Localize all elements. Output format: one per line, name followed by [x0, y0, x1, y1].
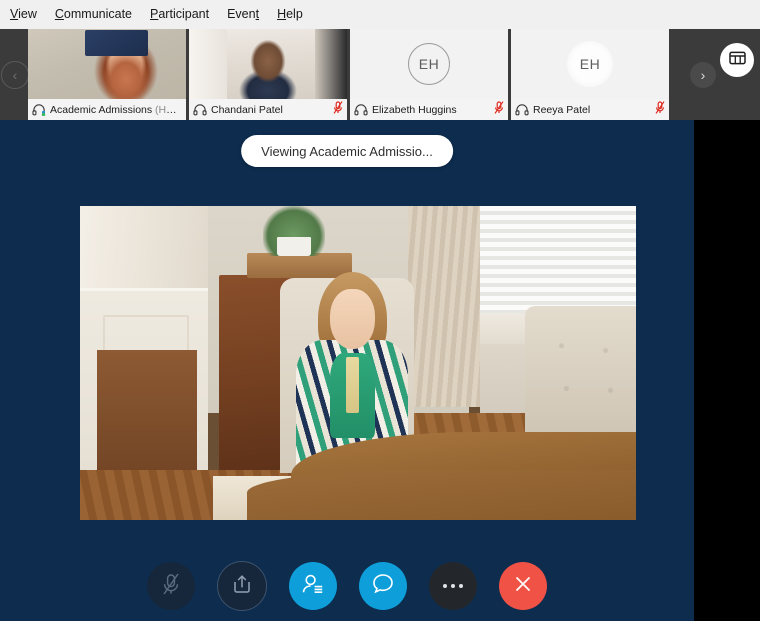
- participant-thumbnail-chandani-patel[interactable]: Chandani Patel: [189, 29, 347, 120]
- chat-bubble-icon: [371, 572, 395, 600]
- filmstrip-next-button[interactable]: ›: [690, 61, 716, 88]
- thumbnail-video: [189, 29, 347, 99]
- layout-view-icon: [728, 51, 746, 70]
- tufted-chair: [524, 306, 636, 433]
- thumbnail-avatar-area: EH: [511, 29, 669, 99]
- participant-name: Elizabeth Huggins: [372, 103, 457, 116]
- menu-item-communicate[interactable]: Communicate: [55, 0, 132, 29]
- video-image: [189, 29, 347, 99]
- menu-item-help[interactable]: Help: [277, 0, 303, 29]
- menu-item-communicate-label: ommunicate: [63, 7, 133, 21]
- share-content-icon: [231, 573, 253, 600]
- avatar: EH: [350, 29, 508, 99]
- headset-icon: [354, 103, 368, 116]
- participants-button[interactable]: [289, 562, 337, 610]
- headset-icon: [193, 103, 207, 116]
- participant-thumbnail-academic-admissions[interactable]: Academic Admissions (Host): [28, 29, 186, 120]
- microphone-muted-icon: [655, 100, 665, 119]
- share-button[interactable]: [217, 561, 267, 611]
- thumbnail-label-bar: Reeya Patel: [511, 99, 669, 120]
- thumbnail-label-bar: Chandani Patel: [189, 99, 347, 120]
- thumbnail-label-bar: Academic Admissions (Host): [28, 99, 186, 120]
- headset-icon: [32, 103, 46, 116]
- thumbnail-label-bar: Elizabeth Huggins: [350, 99, 508, 120]
- participants-icon: [301, 573, 325, 600]
- avatar: EH: [511, 29, 669, 99]
- window-blinds: [480, 206, 636, 313]
- menu-item-event-accel: t: [255, 7, 260, 21]
- video-image: [28, 29, 186, 99]
- participant-filmstrip: ‹ Academic Admissions (Host) Chandani Pa…: [0, 29, 760, 120]
- menu-item-participant[interactable]: Participant: [150, 0, 209, 29]
- menu-item-event-label: Even: [227, 7, 256, 21]
- microphone-muted-icon: [333, 100, 343, 119]
- participant-name: Academic Admissions (Host): [50, 103, 182, 116]
- chevron-left-icon: ‹: [12, 66, 18, 83]
- menu-item-view-label: iew: [18, 7, 37, 21]
- avatar-initials: EH: [567, 41, 613, 87]
- more-ellipsis-icon: [443, 584, 463, 588]
- more-options-button[interactable]: [429, 562, 477, 610]
- webex-meeting-window: View Communicate Participant Event Help …: [0, 0, 760, 621]
- menu-item-view-accel: V: [10, 7, 19, 21]
- thumbnail-video: [28, 29, 186, 99]
- participant-thumbnail-elizabeth-huggins[interactable]: EH Elizabeth Huggins: [350, 29, 508, 120]
- menu-item-event[interactable]: Event: [227, 0, 259, 29]
- menu-item-participant-label: articipant: [158, 7, 210, 21]
- menu-item-help-label: elp: [286, 7, 303, 21]
- layout-view-button[interactable]: [720, 43, 754, 77]
- avatar-initials: EH: [408, 43, 450, 85]
- filmstrip-prev-button[interactable]: ‹: [1, 60, 29, 89]
- chat-button[interactable]: [359, 562, 407, 610]
- face: [329, 289, 376, 349]
- participant-name: Reeya Patel: [533, 103, 591, 116]
- thumbnail-avatar-area: EH: [350, 29, 508, 99]
- menu-item-communicate-accel: C: [54, 7, 64, 21]
- participant-thumbnail-reeya-patel[interactable]: EH Reeya Patel: [511, 29, 669, 120]
- participant-name: Chandani Patel: [211, 103, 283, 116]
- necklace: [345, 357, 360, 413]
- leave-meeting-button[interactable]: [499, 562, 547, 610]
- mute-button[interactable]: [147, 562, 195, 610]
- meeting-controls: [0, 558, 694, 614]
- menu-item-view[interactable]: View: [10, 0, 37, 29]
- main-video[interactable]: [80, 206, 636, 520]
- curtain: [408, 206, 486, 407]
- menu-item-help-accel: H: [277, 7, 287, 21]
- dining-table-front: [246, 469, 636, 520]
- microphone-muted-icon: [494, 100, 504, 119]
- chevron-right-icon: ›: [700, 66, 706, 83]
- video-stage: Viewing Academic Admissio...: [0, 120, 694, 621]
- filmstrip-thumbnails: Academic Admissions (Host) Chandani Pate…: [28, 29, 672, 120]
- close-x-icon: [511, 572, 535, 601]
- menu-bar: View Communicate Participant Event Help: [0, 0, 760, 29]
- microphone-muted-icon: [161, 572, 181, 601]
- headset-icon: [515, 103, 529, 116]
- plant-pot: [277, 237, 311, 257]
- viewing-banner: Viewing Academic Admissio...: [241, 135, 453, 167]
- right-black-area: [694, 120, 760, 621]
- video-scene: [80, 206, 636, 520]
